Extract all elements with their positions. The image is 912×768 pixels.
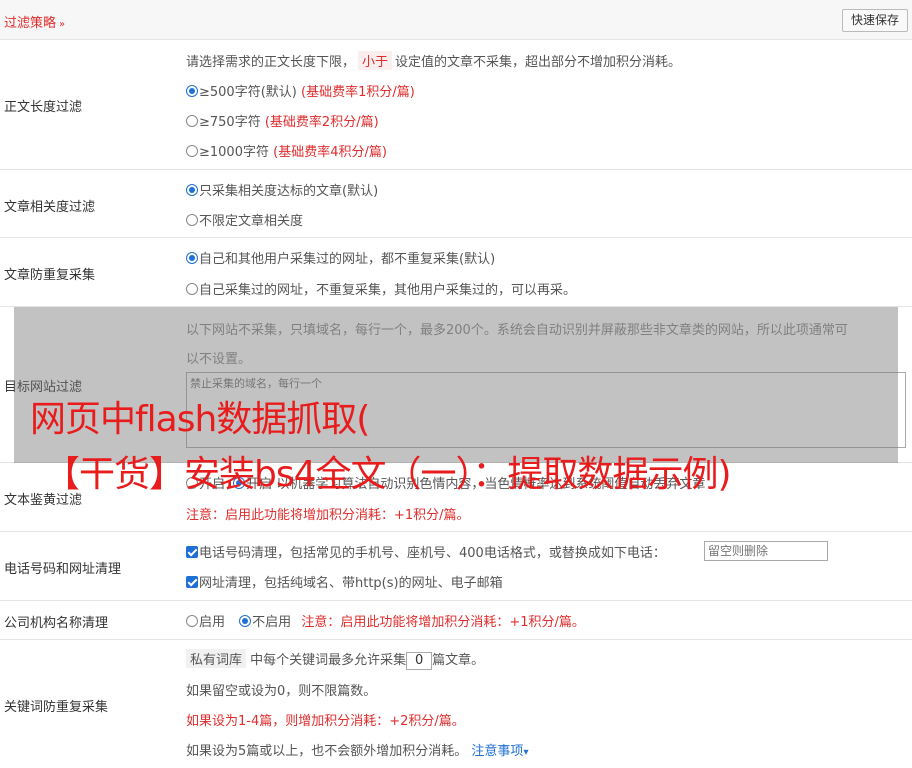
- option-label: ≥500字符(默认): [199, 85, 297, 100]
- option-label: 不启用: [252, 615, 292, 630]
- chevron-down-icon: ▾: [523, 747, 529, 758]
- quick-save-button[interactable]: 快速保存: [841, 9, 908, 32]
- url-clean-option[interactable]: 网址清理，包括纯域名、带http(s)的网址、电子邮箱: [186, 572, 503, 591]
- radio[interactable]: [186, 115, 198, 127]
- notice-link-label: 注意事项: [471, 744, 524, 759]
- company-options: 启用 不启用 注意：启用此功能将增加积分消耗：+1积分/篇。: [186, 611, 585, 630]
- content-length-row: 正文长度过滤 请选择需求的正文长度下限， 小于 设定值的文章不采集，超出部分不增加积…: [0, 40, 912, 170]
- keyword-dedup-row: 关键词防重复采集 私有词库 中每个关键词最多允许采集 0 篇文章。 如果留空或设为0…: [0, 640, 912, 768]
- keyword-dedup-label: 关键词防重复采集: [4, 700, 109, 715]
- radio-selected[interactable]: [239, 615, 252, 627]
- content-length-label: 正文长度过滤: [4, 100, 83, 115]
- option-note: (基础费率4积分/篇): [273, 145, 387, 160]
- checkbox-checked[interactable]: [186, 576, 198, 588]
- company-label: 公司机构名称清理: [4, 616, 109, 631]
- keyword-dedup-line-4: 如果设为5篇或以上，也不会额外增加积分消耗。 注意事项▾: [186, 740, 528, 759]
- radio-selected[interactable]: [186, 184, 198, 196]
- radio[interactable]: [186, 283, 198, 295]
- text: 篇文章。: [432, 653, 485, 668]
- desc-text: 设定值的文章不采集，超出部分不增加积分消耗。: [395, 55, 682, 70]
- length-option-750[interactable]: ≥750字符 (基础费率2积分/篇): [186, 111, 379, 130]
- dedup-option-2[interactable]: 自己采集过的网址，不重复采集，其他用户采集过的，可以再采。: [186, 279, 576, 298]
- option-label: 电话号码清理，包括常见的手机号、座机号、400电话格式，或替换成如下电话：: [199, 546, 666, 561]
- max-articles-input[interactable]: 0: [406, 651, 433, 670]
- keyword-dedup-line-2: 如果留空或设为0，则不限篇数。: [186, 684, 377, 699]
- radio[interactable]: [186, 615, 198, 627]
- dedup-option-1[interactable]: 自己和其他用户采集过的网址，都不重复采集(默认): [186, 248, 495, 267]
- dedup-row: 文章防重复采集 自己和其他用户采集过的网址，都不重复采集(默认) 自己采集过的网…: [0, 238, 912, 307]
- overlay-title-line-1: 网页中flash数据抓取(: [30, 399, 370, 440]
- notice-link[interactable]: 注意事项▾: [471, 744, 528, 759]
- length-option-500[interactable]: ≥500字符(默认) (基础费率1积分/篇): [186, 81, 415, 100]
- option-label: ≥750字符: [199, 115, 261, 130]
- filter-strategy-toggle[interactable]: 过滤策略»: [4, 12, 65, 31]
- option-label: 自己采集过的网址，不重复采集，其他用户采集过的，可以再采。: [199, 283, 577, 298]
- double-chevron-down-icon: »: [59, 19, 66, 30]
- option-note: (基础费率1积分/篇): [301, 85, 415, 100]
- radio[interactable]: [186, 214, 198, 226]
- desc-text: 请选择需求的正文长度下限，: [186, 55, 356, 70]
- radio-selected[interactable]: [186, 85, 198, 97]
- text: 中每个关键词最多允许采集: [250, 653, 407, 668]
- dedup-label: 文章防重复采集: [4, 268, 96, 283]
- relevance-option-1[interactable]: 只采集相关度达标的文章(默认): [186, 180, 378, 199]
- overlay-title-line-2: 【干货】安装bs4全文（一）：提取数据示例): [44, 454, 732, 495]
- relevance-row: 文章相关度过滤 只采集相关度达标的文章(默认) 不限定文章相关度: [0, 170, 912, 238]
- less-than-tag: 小于: [358, 51, 393, 70]
- radio[interactable]: [186, 145, 198, 157]
- option-label: 网址清理，包括纯域名、带http(s)的网址、电子邮箱: [199, 576, 503, 591]
- option-label: 自己和其他用户采集过的网址，都不重复采集(默认): [199, 252, 496, 267]
- length-option-1000[interactable]: ≥1000字符 (基础费率4积分/篇): [186, 141, 387, 160]
- private-lexicon-tag: 私有词库: [186, 649, 247, 668]
- radio-selected[interactable]: [186, 252, 198, 264]
- keyword-dedup-line-1: 私有词库 中每个关键词最多允许采集 0 篇文章。: [186, 649, 484, 670]
- checkbox-checked[interactable]: [186, 546, 198, 558]
- replacement-phone-input[interactable]: [704, 541, 828, 561]
- content-length-desc: 请选择需求的正文长度下限， 小于 设定值的文章不采集，超出部分不增加积分消耗。: [186, 51, 681, 70]
- option-note: (基础费率2积分/篇): [264, 115, 379, 130]
- relevance-label: 文章相关度过滤: [4, 200, 96, 215]
- keyword-dedup-line-3: 如果设为1-4篇，则增加积分消耗：+2积分/篇。: [186, 714, 465, 729]
- option-label: 不限定文章相关度: [199, 214, 304, 229]
- porn-filter-note: 注意：启用此功能将增加积分消耗：+1积分/篇。: [186, 508, 470, 523]
- option-label: 只采集相关度达标的文章(默认): [199, 184, 379, 199]
- company-row: 公司机构名称清理 启用 不启用 注意：启用此功能将增加积分消耗：+1积分/篇。: [0, 601, 912, 640]
- option-label: ≥1000字符: [199, 145, 269, 160]
- text: 如果设为5篇或以上，也不会额外增加积分消耗。: [186, 744, 468, 759]
- company-note: 注意：启用此功能将增加积分消耗：+1积分/篇。: [301, 615, 585, 630]
- option-label: 启用: [199, 615, 226, 630]
- header-title: 过滤策略: [4, 16, 57, 31]
- filter-header: 过滤策略» 快速保存: [0, 0, 912, 40]
- relevance-option-2[interactable]: 不限定文章相关度: [186, 210, 303, 229]
- phone-clean-option[interactable]: 电话号码清理，包括常见的手机号、座机号、400电话格式，或替换成如下电话：: [186, 542, 666, 561]
- phone-url-label: 电话号码和网址清理: [4, 562, 122, 577]
